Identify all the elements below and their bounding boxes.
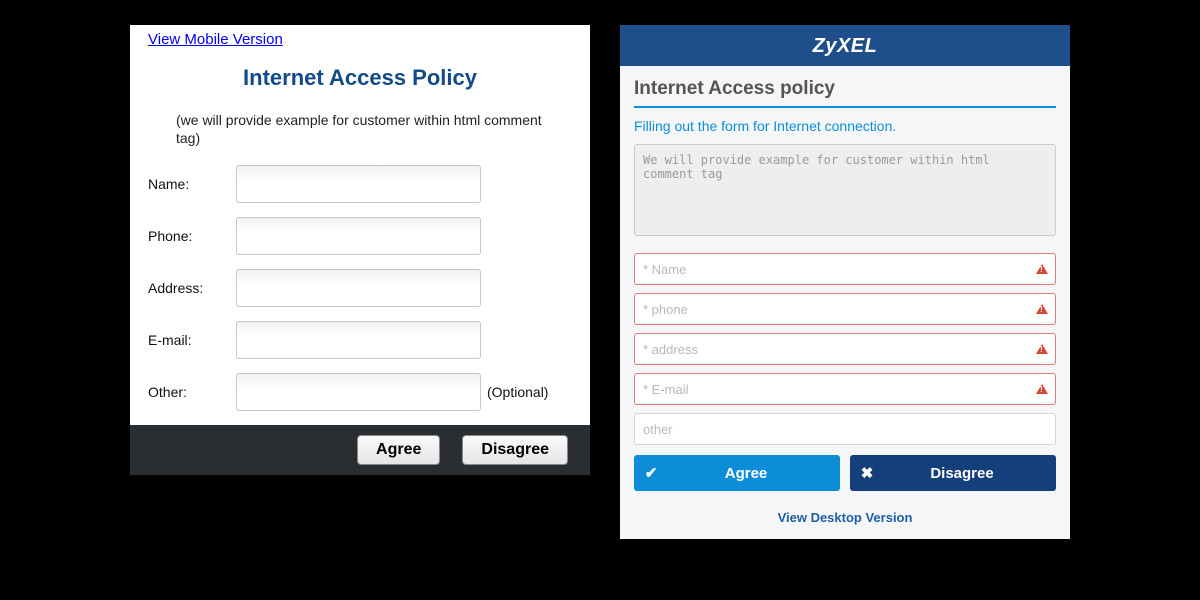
phone-input[interactable] [236, 217, 481, 255]
mobile-phone-input[interactable] [634, 293, 1056, 325]
mobile-email-input[interactable] [634, 373, 1056, 405]
warning-icon [1036, 344, 1048, 354]
view-desktop-link[interactable]: View Desktop Version [778, 510, 913, 525]
field-row-address: Address: [148, 269, 572, 307]
phone-label: Phone: [148, 228, 236, 244]
mobile-disagree-label: Disagree [884, 465, 1056, 482]
name-label: Name: [148, 176, 236, 192]
field-row-name: Name: [148, 165, 572, 203]
mobile-panel: ZyXEL Internet Access policy Filling out… [620, 25, 1070, 539]
email-label: E-mail: [148, 332, 236, 348]
mobile-field-phone [634, 293, 1056, 325]
field-row-email: E-mail: [148, 321, 572, 359]
mobile-name-input[interactable] [634, 253, 1056, 285]
name-input[interactable] [236, 165, 481, 203]
mobile-title: Internet Access policy [634, 78, 1056, 108]
mobile-subtitle: Filling out the form for Internet connec… [634, 118, 1056, 134]
warning-icon [1036, 384, 1048, 394]
mobile-field-address [634, 333, 1056, 365]
mobile-disagree-button[interactable]: ✖ Disagree [850, 455, 1056, 491]
mobile-footer: View Desktop Version [620, 501, 1070, 539]
desktop-footer: Agree Disagree [130, 425, 590, 475]
hint-text: (we will provide example for customer wi… [176, 111, 562, 147]
agree-button[interactable]: Agree [357, 435, 440, 465]
policy-textarea[interactable]: We will provide example for customer wit… [634, 144, 1056, 236]
page-title: Internet Access Policy [148, 65, 572, 91]
mobile-field-email [634, 373, 1056, 405]
close-icon: ✖ [850, 464, 884, 482]
optional-text: (Optional) [487, 384, 548, 400]
warning-icon [1036, 264, 1048, 274]
address-label: Address: [148, 280, 236, 296]
mobile-field-other [634, 413, 1056, 445]
mobile-other-input[interactable] [634, 413, 1056, 445]
desktop-panel: View Mobile Version Internet Access Poli… [130, 25, 590, 475]
email-input[interactable] [236, 321, 481, 359]
field-row-other: Other: (Optional) [148, 373, 572, 411]
disagree-button[interactable]: Disagree [462, 435, 568, 465]
mobile-field-name [634, 253, 1056, 285]
mobile-header: ZyXEL [620, 25, 1070, 66]
other-label: Other: [148, 384, 236, 400]
warning-icon [1036, 304, 1048, 314]
other-input[interactable] [236, 373, 481, 411]
mobile-body: Internet Access policy Filling out the f… [620, 66, 1070, 501]
mobile-agree-label: Agree [668, 465, 840, 482]
field-row-phone: Phone: [148, 217, 572, 255]
check-icon: ✔ [634, 464, 668, 482]
brand-logo: ZyXEL [813, 35, 878, 57]
view-mobile-link[interactable]: View Mobile Version [148, 31, 283, 48]
mobile-address-input[interactable] [634, 333, 1056, 365]
mobile-button-row: ✔ Agree ✖ Disagree [634, 455, 1056, 491]
address-input[interactable] [236, 269, 481, 307]
mobile-agree-button[interactable]: ✔ Agree [634, 455, 840, 491]
